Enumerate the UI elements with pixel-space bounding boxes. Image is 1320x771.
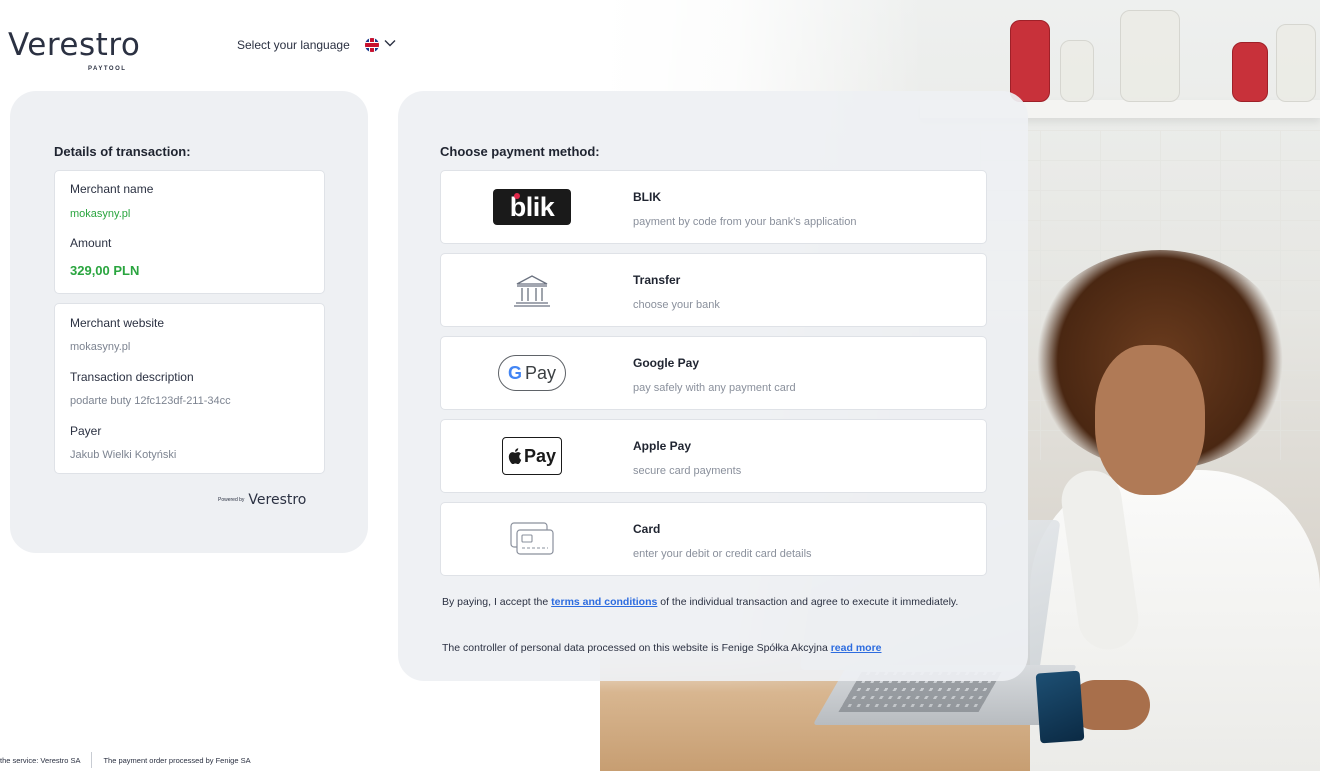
apple-pay-logo: Pay — [502, 437, 562, 475]
method-description: pay safely with any payment card — [633, 382, 796, 394]
method-title: Card — [633, 522, 661, 536]
method-title: Google Pay — [633, 356, 700, 370]
payment-title: Choose payment method: — [440, 144, 600, 159]
amount-label: Amount — [70, 236, 112, 250]
payer-label: Payer — [70, 424, 102, 438]
apple-icon — [508, 448, 522, 464]
amount-value: 329,00 PLN — [70, 263, 140, 278]
method-description: secure card payments — [633, 465, 742, 477]
details-title: Details of transaction: — [54, 144, 191, 159]
language-label[interactable]: Select your language — [237, 38, 350, 52]
method-title: Transfer — [633, 273, 681, 287]
method-description: enter your debit or credit card details — [633, 548, 812, 560]
footer-service: the service: Verestro SA — [0, 755, 81, 765]
red-lantern — [1010, 20, 1050, 102]
jar — [1276, 24, 1316, 102]
payment-method-blik[interactable]: blik BLIK payment by code from your bank… — [440, 170, 987, 244]
person-face — [1095, 345, 1205, 495]
transaction-description-value: podarte buty 12fc123df-211-34cc — [70, 395, 231, 407]
payment-method-google-pay[interactable]: G Pay Google Pay pay safely with any pay… — [440, 336, 987, 410]
method-description: choose your bank — [633, 299, 720, 311]
powered-by: Powered by Verestro — [218, 492, 306, 508]
terms-notice: By paying, I accept the terms and condit… — [442, 596, 959, 608]
jar — [1120, 10, 1180, 102]
merchant-website-label: Merchant website — [70, 316, 165, 330]
method-description: payment by code from your bank's applica… — [633, 216, 857, 228]
red-jar — [1232, 42, 1268, 102]
blik-logo: blik — [493, 189, 571, 225]
jar — [1060, 40, 1094, 102]
merchant-website-value: mokasyny.pl — [70, 341, 131, 353]
payer-value: Jakub Wielki Kotyński — [70, 449, 177, 461]
payment-method-apple-pay[interactable]: Pay Apple Pay secure card payments — [440, 419, 987, 493]
google-pay-logo: G Pay — [498, 355, 566, 391]
method-title: BLIK — [633, 190, 661, 204]
logo-subtitle: PAYTOOL — [88, 66, 127, 72]
powered-by-label: Powered by — [218, 497, 245, 503]
method-title: Apple Pay — [633, 439, 692, 453]
payment-card-photo — [1035, 670, 1085, 744]
privacy-notice: The controller of personal data processe… — [442, 642, 882, 654]
transaction-description-label: Transaction description — [70, 370, 194, 384]
footer: the service: Verestro SA The payment ord… — [0, 752, 251, 768]
payment-method-card[interactable]: Card enter your debit or credit card det… — [440, 502, 987, 576]
uk-flag-icon[interactable] — [365, 38, 379, 52]
payment-method-panel: Choose payment method: blik BLIK payment… — [398, 91, 1028, 681]
merchant-info-box: Merchant name mokasyny.pl Amount 329,00 … — [54, 170, 325, 294]
transaction-info-box: Merchant website mokasyny.pl Transaction… — [54, 303, 325, 474]
terms-link[interactable]: terms and conditions — [551, 596, 657, 608]
credit-card-icon — [510, 522, 554, 555]
powered-by-logo: Verestro — [248, 492, 307, 508]
logo-wordmark: Verestro — [8, 27, 141, 63]
merchant-name-label: Merchant name — [70, 182, 154, 196]
read-more-link[interactable]: read more — [831, 642, 882, 654]
footer-processor: The payment order processed by Fenige SA — [103, 755, 251, 765]
transaction-details-panel: Details of transaction: Merchant name mo… — [10, 91, 368, 553]
chevron-down-icon[interactable] — [383, 36, 397, 53]
bank-icon — [514, 275, 550, 307]
merchant-name-value: mokasyny.pl — [70, 208, 131, 220]
payment-method-transfer[interactable]: Transfer choose your bank — [440, 253, 987, 327]
verestro-logo: Verestro PAYTOOL — [8, 27, 141, 72]
footer-divider — [91, 752, 93, 768]
